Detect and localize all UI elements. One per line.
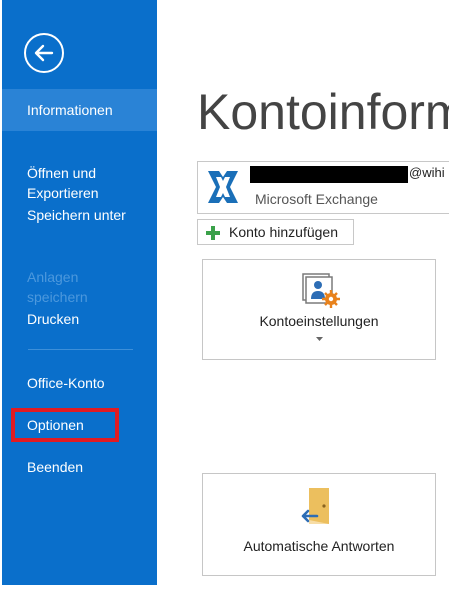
back-button[interactable] [24,33,64,73]
nav-drucken[interactable]: Drucken [2,309,157,329]
automatic-replies-icon [301,488,329,524]
chevron-down-icon [316,337,323,341]
account-type: Microsoft Exchange [255,191,378,207]
page-title: Kontoinform [197,84,449,140]
account-settings-label: Kontoeinstellungen [259,313,379,329]
nav-label: Office-Konto [27,375,105,391]
nav-label: Speichern unter [27,207,126,223]
back-arrow-icon [34,44,54,62]
nav-label: Informationen [27,102,113,118]
account-email-suffix: @wihi [409,165,445,180]
highlight-box-optionen [11,408,119,442]
nav-office-konto[interactable]: Office-Konto [2,373,157,393]
nav-label: Anlagen speichern [27,269,88,305]
nav-beenden[interactable]: Beenden [2,457,157,477]
add-account-label: Konto hinzufügen [229,224,338,240]
backstage-sidebar: Informationen Öffnen und Exportieren Spe… [2,0,157,585]
redacted-account-name [250,166,408,183]
nav-oeffnen-exportieren[interactable]: Öffnen und Exportieren [2,143,157,203]
account-selector[interactable]: @wihi Microsoft Exchange [197,161,449,214]
plus-icon [206,226,220,240]
exchange-icon [205,168,241,206]
add-account-button[interactable]: Konto hinzufügen [197,219,354,245]
automatic-replies-tile[interactable]: Automatische Antworten [202,473,436,576]
nav-anlagen-speichern: Anlagen speichern [2,247,157,307]
account-settings-tile[interactable]: Kontoeinstellungen [202,259,436,360]
nav-label: Drucken [27,311,80,327]
nav-label: Öffnen und Exportieren [27,165,99,201]
nav-speichern-unter[interactable]: Speichern unter [2,205,157,225]
account-settings-icon [302,273,340,308]
nav-informationen[interactable]: Informationen [2,89,157,131]
nav-label: Beenden [27,459,84,475]
sidebar-divider [28,349,133,350]
automatic-replies-label: Automatische Antworten [243,538,395,554]
